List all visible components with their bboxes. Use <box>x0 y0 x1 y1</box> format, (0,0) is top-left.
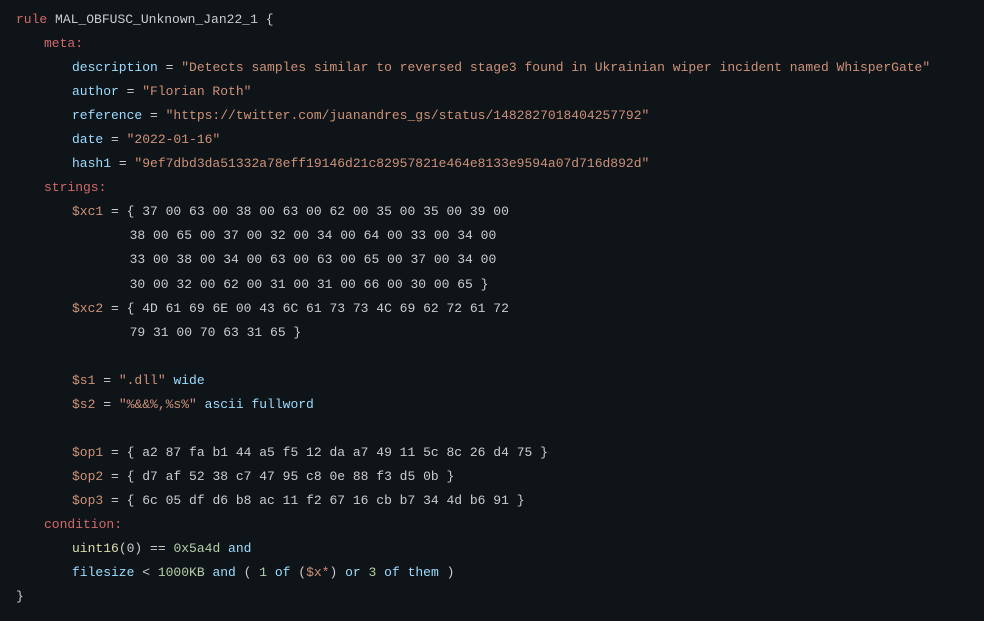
field-value: "https://twitter.com/juanandres_gs/statu… <box>166 108 650 123</box>
meta-author: author = "Florian Roth" <box>16 80 968 104</box>
paren: ) <box>447 565 455 580</box>
variable-name: $op3 <box>72 493 103 508</box>
hex-bytes: { 37 00 63 00 38 00 63 00 62 00 35 00 35… <box>127 204 509 219</box>
string-xc1-line4: 30 00 32 00 62 00 31 00 31 00 66 00 30 0… <box>16 273 968 297</box>
condition-line1: uint16(0) == 0x5a4d and <box>16 537 968 561</box>
hex-bytes: 38 00 65 00 37 00 32 00 34 00 64 00 33 0… <box>114 228 496 243</box>
string-op3: $op3 = { 6c 05 df d6 b8 ac 11 f2 67 16 c… <box>16 489 968 513</box>
keyword-strings: strings: <box>44 180 106 195</box>
field-value: "9ef7dbd3da51332a78eff19146d21c82957821e… <box>134 156 649 171</box>
size-literal: 1000KB <box>158 565 205 580</box>
field-key: date <box>72 132 103 147</box>
keyword-and: and <box>220 541 251 556</box>
string-op1: $op1 = { a2 87 fa b1 44 a5 f5 12 da a7 4… <box>16 441 968 465</box>
keyword-rule: rule <box>16 12 47 27</box>
field-key: hash1 <box>72 156 111 171</box>
meta-hash1: hash1 = "9ef7dbd3da51332a78eff19146d21c8… <box>16 152 968 176</box>
string-s2: $s2 = "%&&%,%s%" ascii fullword <box>16 393 968 417</box>
field-key: reference <box>72 108 142 123</box>
operator: == <box>142 541 173 556</box>
meta-section-header: meta: <box>16 32 968 56</box>
variable-name: $op2 <box>72 469 103 484</box>
hex-bytes: 79 31 00 70 63 31 65 } <box>114 325 301 340</box>
hex-literal: 0x5a4d <box>173 541 220 556</box>
equals: = <box>95 373 118 388</box>
keyword-of: of <box>267 565 298 580</box>
blank-line <box>16 345 968 369</box>
equals: = <box>142 108 165 123</box>
variable-name: $s2 <box>72 397 95 412</box>
equals: = <box>119 84 142 99</box>
keyword-condition: condition: <box>44 517 122 532</box>
equals: = <box>103 132 126 147</box>
meta-reference: reference = "https://twitter.com/juanand… <box>16 104 968 128</box>
variable-name: $xc2 <box>72 301 103 316</box>
hex-bytes: 33 00 38 00 34 00 63 00 63 00 65 00 37 0… <box>114 252 496 267</box>
rule-name: MAL_OBFUSC_Unknown_Jan22_1 <box>55 12 258 27</box>
hex-bytes: { 6c 05 df d6 b8 ac 11 f2 67 16 cb b7 34… <box>127 493 525 508</box>
equals: = <box>103 493 126 508</box>
number: 1 <box>259 565 267 580</box>
close-brace: } <box>16 589 24 604</box>
paren: ( <box>298 565 306 580</box>
keyword-meta: meta: <box>44 36 83 51</box>
operator: < <box>134 565 157 580</box>
hex-bytes: { d7 af 52 38 c7 47 95 c8 0e 88 f3 d5 0b… <box>127 469 455 484</box>
string-xc2-line2: 79 31 00 70 63 31 65 } <box>16 321 968 345</box>
condition-section-header: condition: <box>16 513 968 537</box>
paren: ( <box>244 565 260 580</box>
variable-ref: $x* <box>306 565 329 580</box>
string-value: "%&&%,%s%" <box>119 397 197 412</box>
hex-bytes: 30 00 32 00 62 00 31 00 31 00 66 00 30 0… <box>114 277 488 292</box>
field-value: "Detects samples similar to reversed sta… <box>181 60 930 75</box>
open-brace: { <box>266 12 274 27</box>
keyword-or: or <box>337 565 368 580</box>
variable-name: $xc1 <box>72 204 103 219</box>
function-name: uint16 <box>72 541 119 556</box>
code-editor: rule MAL_OBFUSC_Unknown_Jan22_1 { meta: … <box>16 8 968 609</box>
equals: = <box>158 60 181 75</box>
keyword-of: of them <box>376 565 446 580</box>
string-xc2-line1: $xc2 = { 4D 61 69 6E 00 43 6C 61 73 73 4… <box>16 297 968 321</box>
filesize-keyword: filesize <box>72 565 134 580</box>
modifier: wide <box>173 373 204 388</box>
string-op2: $op2 = { d7 af 52 38 c7 47 95 c8 0e 88 f… <box>16 465 968 489</box>
keyword-and: and <box>205 565 244 580</box>
string-xc1-line2: 38 00 65 00 37 00 32 00 34 00 64 00 33 0… <box>16 224 968 248</box>
variable-name: $s1 <box>72 373 95 388</box>
equals: = <box>111 156 134 171</box>
meta-date: date = "2022-01-16" <box>16 128 968 152</box>
field-key: description <box>72 60 158 75</box>
string-value: ".dll" <box>119 373 166 388</box>
hex-bytes: { 4D 61 69 6E 00 43 6C 61 73 73 4C 69 62… <box>127 301 509 316</box>
meta-description: description = "Detects samples similar t… <box>16 56 968 80</box>
equals: = <box>103 301 126 316</box>
string-s1: $s1 = ".dll" wide <box>16 369 968 393</box>
field-value: "2022-01-16" <box>127 132 221 147</box>
variable-name: $op1 <box>72 445 103 460</box>
close-brace-line: } <box>16 585 968 609</box>
field-key: author <box>72 84 119 99</box>
field-value: "Florian Roth" <box>142 84 251 99</box>
blank-line <box>16 417 968 441</box>
function-args: (0) <box>119 541 142 556</box>
equals: = <box>95 397 118 412</box>
string-xc1-line3: 33 00 38 00 34 00 63 00 63 00 65 00 37 0… <box>16 248 968 272</box>
hex-bytes: { a2 87 fa b1 44 a5 f5 12 da a7 49 11 5c… <box>127 445 548 460</box>
equals: = <box>103 204 126 219</box>
string-xc1-line1: $xc1 = { 37 00 63 00 38 00 63 00 62 00 3… <box>16 200 968 224</box>
rule-declaration: rule MAL_OBFUSC_Unknown_Jan22_1 { <box>16 8 968 32</box>
modifier: ascii fullword <box>205 397 314 412</box>
equals: = <box>103 445 126 460</box>
condition-line2: filesize < 1000KB and ( 1 of ($x*) or 3 … <box>16 561 968 585</box>
strings-section-header: strings: <box>16 176 968 200</box>
equals: = <box>103 469 126 484</box>
